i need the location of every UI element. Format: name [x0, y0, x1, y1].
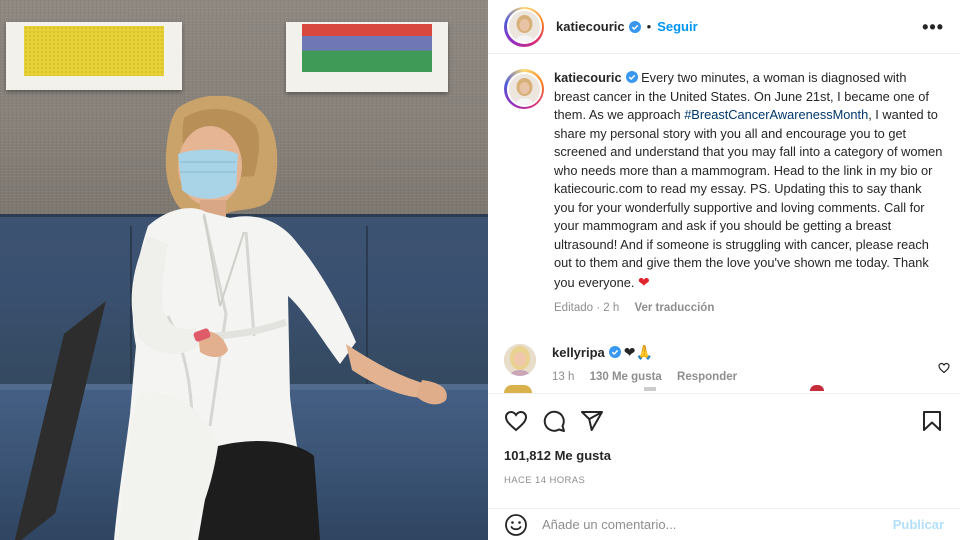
- header-separator: •: [646, 19, 652, 34]
- commenter-username[interactable]: kellyripa: [552, 345, 605, 360]
- author-username[interactable]: katiecouric: [556, 19, 625, 34]
- caption-text: katiecouric Every two minutes, a woman i…: [554, 69, 944, 292]
- comment-text: ❤🙏: [623, 343, 653, 360]
- photo-artwork-yellow: [6, 22, 182, 90]
- post-actions-section: 101,812 Me gusta HACE 14 HORAS: [488, 393, 960, 486]
- photo-woman-in-robe: [114, 96, 447, 540]
- verified-badge-icon: [625, 71, 638, 83]
- comment-likes[interactable]: 130 Me gusta: [590, 371, 662, 383]
- save-icon[interactable]: [920, 409, 944, 433]
- edited-label: Editado: [554, 302, 594, 314]
- more-options-icon[interactable]: •••: [922, 18, 944, 36]
- action-bar: [488, 394, 960, 434]
- caption-author-avatar[interactable]: [504, 69, 544, 109]
- post-modal: katiecouric • Seguir ••• katiecouric Eve…: [0, 0, 960, 540]
- comment-meta: 13 h 130 Me gusta Responder: [552, 371, 749, 383]
- comment-input[interactable]: [542, 517, 893, 532]
- comment-item: kellyripa ❤🙏 13 h 130 Me gusta Responder: [488, 318, 960, 383]
- photo-artwork-stripes: [286, 22, 448, 92]
- heart-icon[interactable]: [504, 409, 528, 433]
- post-photo[interactable]: [0, 0, 488, 540]
- comment-time[interactable]: 13 h: [552, 371, 574, 383]
- caption-text-after: , I wanted to share my personal story wi…: [554, 107, 943, 290]
- caption-meta: Editado · 2 h Ver traducción: [554, 302, 715, 314]
- emoji-icon[interactable]: [504, 513, 528, 537]
- verified-badge-icon: [608, 345, 621, 358]
- see-translation-link[interactable]: Ver traducción: [634, 302, 714, 314]
- likes-count[interactable]: 101,812 Me gusta: [488, 434, 960, 463]
- comments-scroll-area[interactable]: katiecouric Every two minutes, a woman i…: [488, 55, 960, 393]
- commenter-avatar[interactable]: [504, 343, 536, 376]
- comment-icon[interactable]: [542, 409, 566, 433]
- caption-heart-emoji: ❤: [637, 273, 650, 290]
- follow-button[interactable]: Seguir: [657, 19, 697, 34]
- reply-button[interactable]: Responder: [677, 371, 737, 383]
- post-caption: katiecouric Every two minutes, a woman i…: [488, 55, 960, 318]
- share-icon[interactable]: [580, 409, 604, 433]
- next-comment-peek: [504, 385, 944, 393]
- post-header: katiecouric • Seguir •••: [488, 0, 960, 54]
- author-avatar[interactable]: [504, 6, 544, 47]
- verified-badge-icon: [628, 20, 641, 33]
- caption-hashtag[interactable]: #BreastCancerAwarenessMonth: [684, 107, 868, 122]
- caption-time[interactable]: 2 h: [603, 302, 619, 314]
- caption-username[interactable]: katiecouric: [554, 70, 622, 85]
- publish-button[interactable]: Publicar: [893, 517, 944, 532]
- add-comment-bar: Publicar: [488, 508, 960, 540]
- comment-like-icon[interactable]: [938, 362, 950, 374]
- post-timestamp[interactable]: HACE 14 HORAS: [488, 463, 960, 486]
- post-panel: katiecouric • Seguir ••• katiecouric Eve…: [488, 0, 960, 540]
